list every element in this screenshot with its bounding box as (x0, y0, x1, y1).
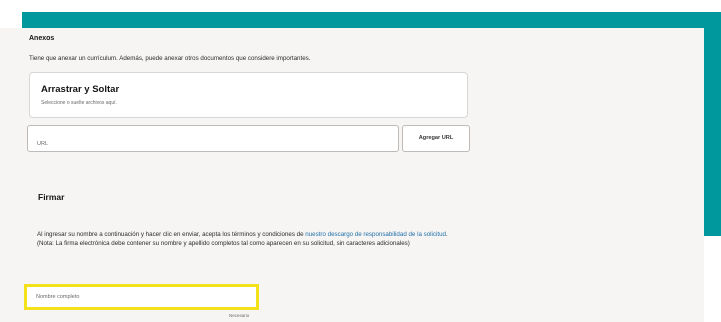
dropzone-title: Arrastrar y Soltar (41, 84, 120, 95)
full-name-field-highlight (24, 284, 259, 310)
disclaimer-link[interactable]: nuestro descargo de responsabilidad de l… (305, 231, 446, 238)
attachments-title: Anexos (29, 35, 55, 42)
terms-text-start: Al ingresar su nombre a continuación y h… (37, 231, 306, 238)
full-name-input[interactable] (27, 287, 256, 307)
signature-terms-text: Al ingresar su nombre a continuación y h… (37, 231, 455, 248)
add-url-button[interactable]: Agregar URL (402, 125, 470, 152)
attachments-description: Tiene que anexar un currículum. Además, … (29, 55, 311, 62)
dropzone-hint: Seleccione o suelte archivos aquí. (41, 100, 117, 106)
url-input[interactable] (27, 125, 399, 152)
signature-title: Firmar (38, 192, 65, 202)
required-note: Necesario (229, 313, 250, 318)
file-dropzone[interactable]: Arrastrar y Soltar Seleccione o suelte a… (29, 72, 468, 118)
